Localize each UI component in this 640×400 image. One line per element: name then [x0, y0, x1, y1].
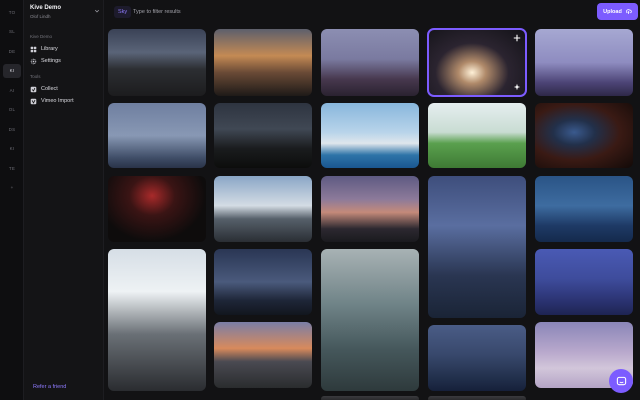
sidebar-item-vimeo-import[interactable]: Vimeo Import: [30, 96, 74, 106]
photo-green-hill[interactable]: [428, 103, 526, 168]
search-filter-chip[interactable]: Sky: [114, 6, 132, 18]
sidebar-item-settings[interactable]: Settings: [30, 56, 61, 66]
photo-coastal-town[interactable]: [321, 103, 419, 168]
photo-light-beam-night[interactable]: [427, 28, 527, 97]
rail-workspace-0[interactable]: TO: [3, 5, 21, 19]
rail-workspace-1[interactable]: SL: [3, 25, 21, 39]
photo-night-car-lights[interactable]: [214, 103, 312, 168]
photo-purple-fog-field[interactable]: [535, 29, 633, 96]
photo-blue-trees[interactable]: [535, 249, 633, 315]
sparkle-icon: [513, 83, 521, 91]
rail-workspace-6[interactable]: DS: [3, 122, 21, 136]
photo-blue-lake-dusk[interactable]: [428, 325, 526, 391]
photo-foggy-trees[interactable]: [321, 29, 419, 96]
rail-workspace-9[interactable]: +: [3, 181, 21, 195]
grid-icon: [30, 46, 37, 52]
photo-blue-valley[interactable]: [535, 176, 633, 242]
upload-icon: [625, 9, 632, 14]
chevron-down-icon: [94, 9, 100, 13]
photo-camera-crew-night[interactable]: [428, 176, 526, 318]
rail-workspace-2[interactable]: DE: [3, 44, 21, 58]
photo-red-drone-lights[interactable]: [108, 176, 206, 242]
photo-village-road-dusk[interactable]: [108, 29, 206, 96]
rail-workspace-7[interactable]: KI: [3, 142, 21, 156]
gear-icon: [30, 58, 37, 64]
sidebar-item-label: Library: [41, 46, 58, 52]
rail-workspace-3[interactable]: KI: [3, 63, 21, 78]
section-label-workspace: Kive Demo: [30, 34, 53, 39]
workspace-user: Olof Lindh: [30, 14, 51, 19]
photo-dark-horizon[interactable]: [214, 249, 312, 315]
photo-misty-horizon[interactable]: [108, 103, 206, 168]
workspace-name: Kive Demo: [30, 5, 62, 11]
search-input[interactable]: [133, 6, 433, 18]
photo-sunset-village[interactable]: [214, 322, 312, 388]
sidebar: Kive Demo Olof Lindh Kive Demo Library S…: [24, 0, 104, 400]
chat-button[interactable]: [609, 369, 633, 393]
photo-film-set-light[interactable]: [108, 249, 206, 391]
expand-icon[interactable]: [513, 34, 521, 42]
photo-airplane-window[interactable]: [535, 103, 633, 168]
sidebar-item-collect[interactable]: Collect: [30, 84, 58, 94]
app-window: TO SL DE KI AI OL DS KI TE + Kive Demo Olof Lindh…: [0, 0, 640, 400]
photo-person-shore[interactable]: [214, 176, 312, 242]
collect-icon: [30, 86, 37, 92]
workspace-rail: TO SL DE KI AI OL DS KI TE +: [0, 0, 24, 400]
rail-workspace-8[interactable]: TE: [3, 161, 21, 175]
sidebar-item-label: Vimeo Import: [41, 98, 74, 104]
photo-strip-1[interactable]: [321, 396, 419, 400]
rail-workspace-4[interactable]: AI: [3, 83, 21, 97]
upload-button-label: Upload: [603, 8, 622, 15]
photo-strip-2[interactable]: [428, 396, 526, 400]
refer-friend-link[interactable]: Refer a friend: [33, 384, 66, 390]
sidebar-item-label: Settings: [41, 58, 61, 64]
rail-workspace-5[interactable]: OL: [3, 103, 21, 117]
upload-button[interactable]: Upload: [597, 3, 638, 20]
search-bar: Sky Upload: [104, 0, 640, 24]
section-label-tools: Tools: [30, 74, 41, 79]
photo-power-lines-dusk[interactable]: [321, 176, 419, 242]
vimeo-icon: [30, 98, 37, 104]
chat-icon: [616, 376, 626, 385]
workspace-switcher[interactable]: Kive Demo Olof Lindh: [30, 4, 100, 22]
photo-silhouette-sunset[interactable]: [214, 29, 312, 96]
photo-aerial-river[interactable]: [321, 249, 419, 391]
sidebar-item-label: Collect: [41, 86, 58, 92]
sidebar-item-library[interactable]: Library: [30, 44, 58, 54]
